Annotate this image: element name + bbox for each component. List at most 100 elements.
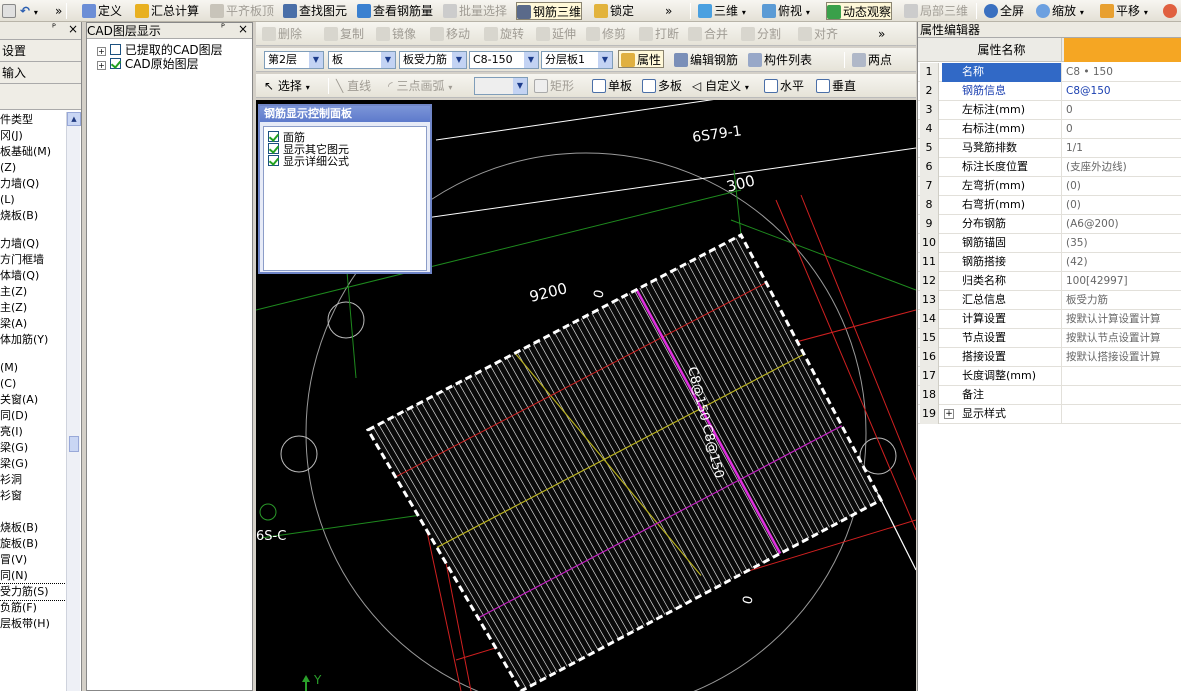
local-3d-button[interactable]: 局部三维 [904,2,968,20]
custom-button[interactable]: ◁ 自定义 ▾ [692,77,749,95]
grid-icon[interactable] [2,2,18,20]
tree-item[interactable]: 方门框墙 [0,252,66,268]
subtype-select[interactable]: 板受力筋 ▼ [399,51,467,69]
module-scrollbar[interactable]: ▲ [66,112,81,691]
toolbar-overflow-icon[interactable]: » [55,2,62,20]
3d-view-button[interactable]: 三维 ▾ [698,2,746,20]
property-value[interactable]: (0) [1064,196,1181,215]
property-value[interactable]: (35) [1064,234,1181,253]
tree-item[interactable]: 同(D) [0,408,66,424]
single-slab-button[interactable]: 单板 [592,77,632,95]
fullscreen-button[interactable]: 全屏 [984,2,1024,20]
tree-item[interactable]: 负筋(F) [0,600,66,616]
property-value[interactable]: C8@150 [1064,82,1181,101]
tree-item[interactable]: 梁(G) [0,440,66,456]
property-row[interactable]: 2 钢筋信息 C8@150 [918,82,1181,101]
property-row[interactable]: 4 右标注(mm) 0 [918,120,1181,139]
find-element-button[interactable]: 查找图元 [283,2,347,20]
edit-copy-button[interactable]: 复制 [324,25,364,43]
tree-item[interactable]: 烧板(B) [0,208,66,224]
edit-move-button[interactable]: 移动 [430,25,470,43]
input-button[interactable]: 输入 [0,62,81,84]
property-value[interactable] [1064,367,1181,386]
property-row[interactable]: 17 长度调整(mm) [918,367,1181,386]
option-checkbox[interactable] [268,143,279,154]
spec-select[interactable]: C8-150 ▼ [469,51,539,69]
tree-item[interactable]: (C) [0,376,66,392]
option-checkbox[interactable] [268,155,279,166]
tree-item[interactable]: 体墙(Q) [0,268,66,284]
property-row[interactable]: 9 分布钢筋 (A6@200) [918,215,1181,234]
batch-select-button[interactable]: 批量选择 [443,2,507,20]
tree-item[interactable]: 关窗(A) [0,392,66,408]
edit-extend-button[interactable]: 延伸 [536,25,576,43]
option-checkbox[interactable] [268,131,279,142]
edit-align-button[interactable]: 对齐 [798,25,838,43]
edit-rebar-button[interactable]: 编辑钢筋 [674,51,738,69]
horizontal-button[interactable]: 水平 [764,77,804,95]
edit-split-button[interactable]: 分割 [741,25,781,43]
tree-item[interactable]: 力墙(Q) [0,176,66,192]
tree-item[interactable]: 冒(V) [0,552,66,568]
tree-item[interactable]: 件类型 [0,112,66,128]
tree-item[interactable]: (Z) [0,160,66,176]
property-value[interactable]: (42) [1064,253,1181,272]
line-button[interactable]: ╲ 直线 [336,77,371,95]
property-row[interactable]: 8 右弯折(mm) (0) [918,196,1181,215]
property-value[interactable]: 板受力筋 [1064,291,1181,310]
rotate-view-icon[interactable] [1163,2,1179,20]
floor-select[interactable]: 第2层 ▼ [264,51,324,69]
type-select[interactable]: 板 ▼ [328,51,396,69]
property-row[interactable]: 3 左标注(mm) 0 [918,101,1181,120]
attribute-button[interactable]: 属性 [618,50,665,68]
expand-icon[interactable]: + [97,61,106,70]
tree-item[interactable]: 衫窗 [0,488,66,504]
cad-layer-item[interactable]: + CAD原始图层 [97,57,199,71]
vertical-button[interactable]: 垂直 [816,77,856,95]
property-row[interactable]: 15 节点设置 按默认节点设置计算 [918,329,1181,348]
level-top-button[interactable]: 平齐板顶 [210,2,274,20]
edit-break-button[interactable]: 打断 [639,25,679,43]
property-value[interactable] [1064,405,1181,424]
rebar-3d-button[interactable]: 钢筋三维 [516,2,583,20]
tree-item[interactable]: 体加筋(Y) [0,332,66,348]
expand-icon[interactable]: + [97,47,106,56]
property-row[interactable]: 13 汇总信息 板受力筋 [918,291,1181,310]
tree-item[interactable]: 受力筋(S) [0,583,67,601]
property-row[interactable]: 14 计算设置 按默认计算设置计算 [918,310,1181,329]
property-row[interactable]: 18 备注 [918,386,1181,405]
property-row[interactable]: 16 搭接设置 按默认搭接设置计算 [918,348,1181,367]
tree-item[interactable]: 主(Z) [0,284,66,300]
pin-icon[interactable]: ᴾ [221,23,225,34]
layer-select[interactable]: 分层板1 ▼ [541,51,613,69]
property-row[interactable]: 10 钢筋锚固 (35) [918,234,1181,253]
property-row[interactable]: 1 名称 C8 • 150 [918,63,1181,82]
edit-mirror-button[interactable]: 镜像 [376,25,416,43]
component-list-button[interactable]: 构件列表 [748,51,812,69]
tree-item[interactable]: 同(N) [0,568,66,584]
expand-icon[interactable]: + [944,409,954,419]
tree-item[interactable]: 烧板(B) [0,520,66,536]
rectangle-button[interactable]: 矩形 [534,77,574,95]
property-value[interactable]: 按默认计算设置计算 [1064,310,1181,329]
property-value[interactable]: 1/1 [1064,139,1181,158]
view-rebar-button[interactable]: 查看钢筋量 [357,2,433,20]
option-show-formula[interactable]: 显示详细公式 [268,155,349,168]
property-value[interactable]: 按默认节点设置计算 [1064,329,1181,348]
slab-rebar-group[interactable] [365,232,884,691]
tree-item[interactable]: 冈(J) [0,128,66,144]
property-row[interactable]: 12 归类名称 100[42997] [918,272,1181,291]
property-row[interactable]: 6 标注长度位置 (支座外边线) [918,158,1181,177]
close-icon[interactable]: × [68,22,78,36]
tree-item[interactable]: 层板带(H) [0,616,66,632]
lock-button[interactable]: 锁定 [594,2,634,20]
tree-item[interactable]: (M) [0,360,66,376]
scroll-up-icon[interactable]: ▲ [67,112,81,126]
orbit-button[interactable]: 动态观察 [826,2,893,20]
multi-slab-button[interactable]: 多板 [642,77,682,95]
tree-item[interactable]: 旋板(B) [0,536,66,552]
settings-button[interactable]: 设置 [0,40,81,62]
tree-item[interactable]: 梁(A) [0,316,66,332]
edit-overflow-icon[interactable]: » [878,25,885,43]
toolbar-overflow-icon-2[interactable]: » [665,2,672,20]
